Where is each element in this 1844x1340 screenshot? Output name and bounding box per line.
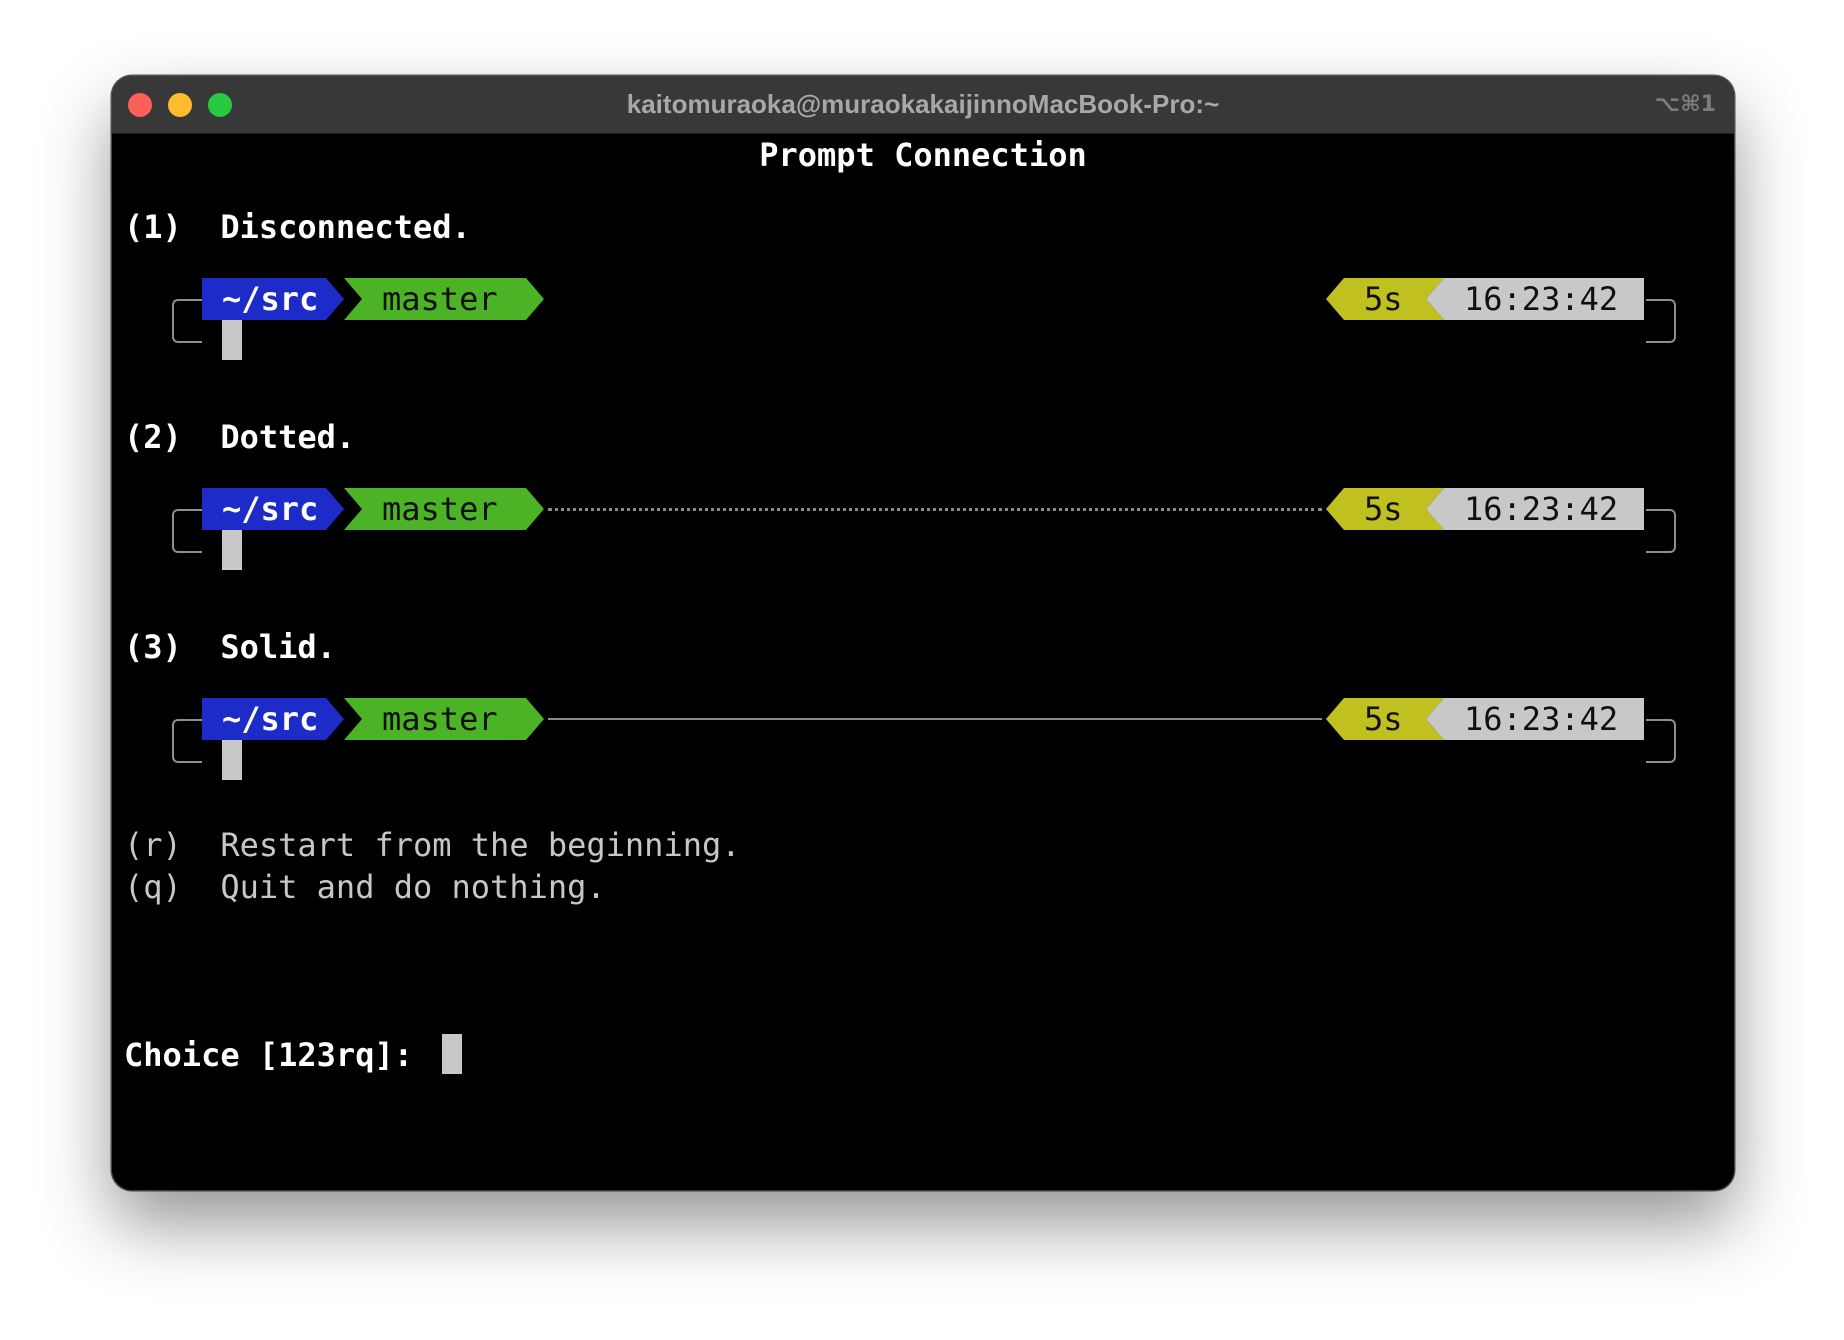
option-3-label: Solid. <box>220 628 336 666</box>
restart-option: (r) Restart from the beginning. <box>124 824 741 866</box>
window-title: kaitomuraoka@muraokakaijinnoMacBook-Pro:… <box>626 89 1220 119</box>
restart-key: (r) <box>124 826 182 864</box>
time-segment: 16:23:42 <box>1426 278 1644 320</box>
restart-label: Restart from the beginning. <box>220 826 741 864</box>
left-frame <box>172 719 202 763</box>
solid-connection <box>548 718 1322 720</box>
time-segment: 16:23:42 <box>1426 698 1644 740</box>
right-frame <box>1646 719 1676 763</box>
git-branch-segment: master <box>344 698 544 740</box>
option-2-key: (2) <box>124 418 182 456</box>
git-branch-segment: master <box>344 278 544 320</box>
title-bar: kaitomuraoka@muraokakaijinnoMacBook-Pro:… <box>112 76 1734 134</box>
option-1-line: (1) Disconnected. <box>124 206 471 248</box>
input-cursor[interactable] <box>442 1034 462 1074</box>
terminal-window: kaitomuraoka@muraokakaijinnoMacBook-Pro:… <box>112 76 1734 1190</box>
prompt-preview-dotted: ~/src master 5s 16:23:42 <box>112 488 1734 578</box>
option-3-key: (3) <box>124 628 182 666</box>
dir-segment: ~/src <box>202 278 344 320</box>
right-frame <box>1646 299 1676 343</box>
choice-prompt: Choice [123rq]: <box>124 1036 413 1074</box>
left-frame <box>172 299 202 343</box>
wizard-heading: Prompt Connection <box>759 136 1087 174</box>
option-1-label: Disconnected. <box>220 208 471 246</box>
preview-cursor <box>222 530 242 570</box>
option-2-label: Dotted. <box>220 418 356 456</box>
git-branch-segment: master <box>344 488 544 530</box>
left-frame <box>172 509 202 553</box>
dir-segment: ~/src <box>202 488 344 530</box>
prompt-preview-solid: ~/src master 5s 16:23:42 <box>112 698 1734 788</box>
time-segment: 16:23:42 <box>1426 488 1644 530</box>
dir-segment: ~/src <box>202 698 344 740</box>
window-shortcut-label: ⌥⌘1 <box>1654 92 1716 117</box>
prompt-preview-disconnected: ~/src master 5s 16:23:42 <box>112 278 1734 368</box>
preview-cursor <box>222 320 242 360</box>
quit-key: (q) <box>124 868 182 906</box>
option-3-line: (3) Solid. <box>124 626 336 668</box>
dotted-connection <box>548 508 1322 511</box>
terminal-content[interactable]: Prompt Connection (1) Disconnected. ~/sr… <box>112 134 1734 1190</box>
quit-label: Quit and do nothing. <box>220 868 606 906</box>
preview-cursor <box>222 740 242 780</box>
option-1-key: (1) <box>124 208 182 246</box>
option-2-line: (2) Dotted. <box>124 416 355 458</box>
quit-option: (q) Quit and do nothing. <box>124 866 606 908</box>
right-frame <box>1646 509 1676 553</box>
